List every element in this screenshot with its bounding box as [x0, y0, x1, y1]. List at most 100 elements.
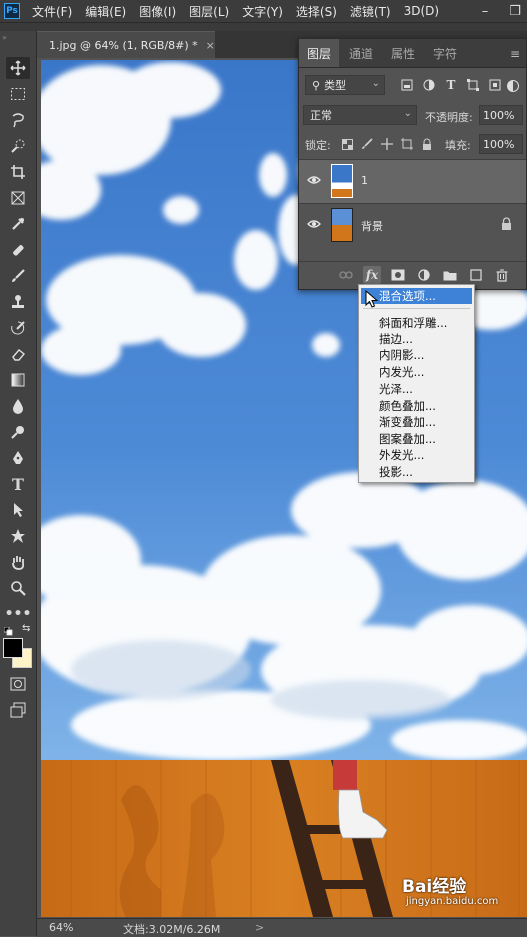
menu-layer[interactable]: 图层(L): [189, 3, 229, 20]
tab-properties[interactable]: 属性: [383, 39, 423, 67]
filter-pixel-icon[interactable]: [399, 77, 415, 93]
filter-type-icon[interactable]: T: [443, 77, 459, 93]
fill-label: 填充:: [445, 139, 471, 152]
blur-tool-icon[interactable]: [6, 395, 30, 417]
path-selection-tool-icon[interactable]: [6, 499, 30, 521]
tab-channels[interactable]: 通道: [339, 39, 383, 67]
eyedropper-tool-icon[interactable]: [6, 213, 30, 235]
default-colors-icon[interactable]: [3, 625, 13, 636]
quick-mask-icon[interactable]: [6, 673, 30, 695]
menu-filter[interactable]: 滤镜(T): [350, 3, 391, 20]
close-document-icon[interactable]: ×: [206, 39, 215, 52]
watermark-url: jingyan.baidu.com: [406, 896, 499, 907]
zoom-tool-icon[interactable]: [6, 577, 30, 599]
pen-tool-icon[interactable]: [6, 447, 30, 469]
opacity-label: 不透明度:: [425, 111, 473, 124]
lock-pixels-icon[interactable]: [359, 136, 375, 152]
filter-toggle-icon[interactable]: [507, 80, 519, 92]
hand-tool-icon[interactable]: [6, 551, 30, 573]
filter-smart-object-icon[interactable]: [487, 77, 503, 93]
type-tool-icon[interactable]: T: [6, 473, 30, 495]
menu-image[interactable]: 图像(I): [139, 3, 176, 20]
healing-brush-tool-icon[interactable]: [6, 239, 30, 261]
menu-select[interactable]: 选择(S): [296, 3, 337, 20]
foreground-color-swatch[interactable]: [3, 638, 23, 658]
menu-edit[interactable]: 编辑(E): [85, 3, 126, 20]
adjustment-layer-icon[interactable]: [415, 266, 433, 284]
menu-item-stroke[interactable]: 描边...: [361, 331, 472, 347]
status-bar: 64% 文档:3.02M/6.26M >: [37, 918, 527, 937]
filter-adjustment-icon[interactable]: [421, 77, 437, 93]
lock-all-icon[interactable]: [419, 136, 435, 152]
screen-mode-icon[interactable]: [6, 699, 30, 721]
menu-item-gradient-overlay[interactable]: 渐变叠加...: [361, 414, 472, 430]
delete-layer-icon[interactable]: [493, 266, 511, 284]
new-layer-icon[interactable]: [467, 266, 485, 284]
chevron-down-icon: ⌄: [403, 108, 412, 119]
eraser-tool-icon[interactable]: [6, 343, 30, 365]
filter-shape-icon[interactable]: [465, 77, 481, 93]
visibility-eye-icon[interactable]: [307, 174, 321, 188]
menu-file[interactable]: 文件(F): [32, 3, 72, 20]
opacity-input[interactable]: 100%: [479, 105, 523, 125]
tab-character[interactable]: 字符: [423, 39, 467, 67]
brush-tool-icon[interactable]: [6, 265, 30, 287]
zoom-level[interactable]: 64%: [49, 921, 73, 934]
layer-name[interactable]: 1: [361, 174, 368, 187]
lock-transparent-icon[interactable]: [339, 136, 355, 152]
menu-item-bevel-emboss[interactable]: 斜面和浮雕...: [361, 315, 472, 331]
opacity-value: 100%: [483, 108, 515, 122]
marquee-tool-icon[interactable]: [6, 83, 30, 105]
menu-type[interactable]: 文字(Y): [242, 3, 283, 20]
panel-menu-icon[interactable]: ≡: [510, 47, 520, 61]
link-layers-icon[interactable]: [337, 266, 355, 284]
mouse-cursor-icon: [365, 289, 379, 313]
history-brush-tool-icon[interactable]: [6, 317, 30, 339]
menu-item-inner-shadow[interactable]: 内阴影...: [361, 347, 472, 363]
visibility-eye-icon[interactable]: [307, 218, 321, 232]
menu-3d[interactable]: 3D(D): [404, 4, 439, 18]
document-tab[interactable]: 1.jpg @ 64% (1, RGB/8#) * ×: [37, 31, 215, 58]
lasso-tool-icon[interactable]: [6, 109, 30, 131]
panel-tabs: 图层 通道 属性 字符 ≡: [299, 39, 526, 68]
layer-name[interactable]: 背景: [361, 218, 383, 234]
gradient-tool-icon[interactable]: [6, 369, 30, 391]
add-mask-icon[interactable]: [389, 266, 407, 284]
menu-item-pattern-overlay[interactable]: 图案叠加...: [361, 431, 472, 447]
maximize-button[interactable]: ❐: [500, 0, 527, 22]
menu-item-inner-glow[interactable]: 内发光...: [361, 364, 472, 380]
document-size: 文档:3.02M/6.26M: [123, 923, 221, 936]
tab-layers[interactable]: 图层: [299, 39, 339, 67]
lock-artboard-icon[interactable]: [399, 136, 415, 152]
layer-style-menu: 混合选项... 斜面和浮雕... 描边... 内阴影... 内发光... 光泽.…: [358, 284, 475, 483]
quick-select-tool-icon[interactable]: [6, 135, 30, 157]
menu-item-drop-shadow[interactable]: 投影...: [361, 464, 472, 480]
status-arrow-icon[interactable]: >: [255, 921, 264, 934]
lock-position-icon[interactable]: [379, 136, 395, 152]
swap-colors-icon[interactable]: ⇆: [22, 623, 30, 634]
move-tool-icon[interactable]: [6, 57, 30, 79]
layer-filter-select[interactable]: ⚲ 类型 ⌄: [305, 75, 385, 95]
collapse-icon[interactable]: »: [2, 33, 7, 42]
menu-item-outer-glow[interactable]: 外发光...: [361, 447, 472, 463]
shape-tool-icon[interactable]: [6, 525, 30, 547]
menu-item-satin[interactable]: 光泽...: [361, 381, 472, 397]
menu-divider: [363, 308, 470, 309]
fill-input[interactable]: 100%: [479, 134, 523, 154]
clone-stamp-tool-icon[interactable]: [6, 291, 30, 313]
menu-item-color-overlay[interactable]: 颜色叠加...: [361, 398, 472, 414]
layer-row-1[interactable]: 1: [299, 159, 526, 203]
dodge-tool-icon[interactable]: [6, 421, 30, 443]
frame-tool-icon[interactable]: [6, 187, 30, 209]
blend-mode-select[interactable]: 正常 ⌄: [303, 105, 417, 125]
lock-row: 锁定: 填充: 100%: [299, 133, 526, 157]
layer-thumbnail: [331, 208, 353, 242]
crop-tool-icon[interactable]: [6, 161, 30, 183]
layer-row-background[interactable]: 背景: [299, 203, 526, 247]
lock-label: 锁定:: [305, 139, 331, 152]
minimize-button[interactable]: –: [470, 0, 500, 22]
more-tools-icon[interactable]: •••: [5, 603, 32, 625]
new-group-icon[interactable]: [441, 266, 459, 284]
photoshop-logo-icon: Ps: [4, 3, 20, 19]
fx-layer-style-button[interactable]: fx: [363, 266, 381, 284]
